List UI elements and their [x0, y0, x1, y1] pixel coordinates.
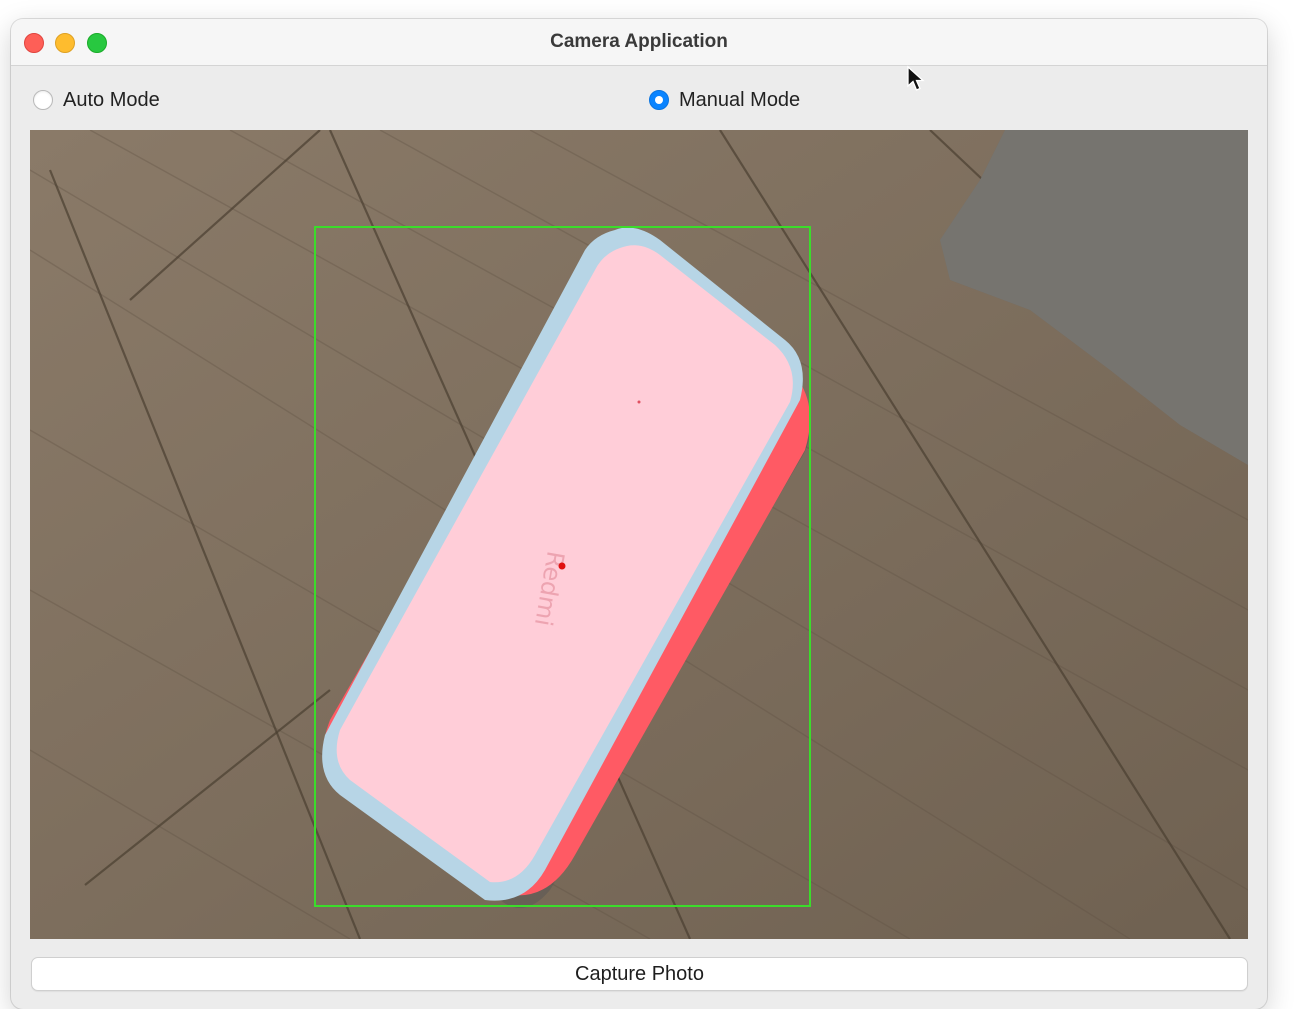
camera-preview: Redmi	[30, 130, 1248, 939]
camera-feed-image: Redmi	[30, 130, 1248, 939]
auto-mode-radio-circle[interactable]	[33, 90, 53, 110]
manual-mode-radio-circle[interactable]	[649, 90, 669, 110]
center-point-marker	[558, 562, 566, 570]
auto-mode-label: Auto Mode	[63, 88, 160, 111]
manual-mode-radio[interactable]: Manual Mode	[649, 87, 800, 113]
title-bar: Camera Application	[11, 19, 1267, 66]
window-title: Camera Application	[550, 31, 728, 52]
camera-app-window: Camera Application Auto Mode Manual Mode	[11, 19, 1267, 1009]
manual-mode-label: Manual Mode	[679, 88, 801, 111]
auto-mode-radio[interactable]: Auto Mode	[33, 87, 160, 113]
capture-photo-button[interactable]: Capture Photo	[31, 957, 1248, 991]
mouse-pointer-icon	[907, 65, 925, 91]
